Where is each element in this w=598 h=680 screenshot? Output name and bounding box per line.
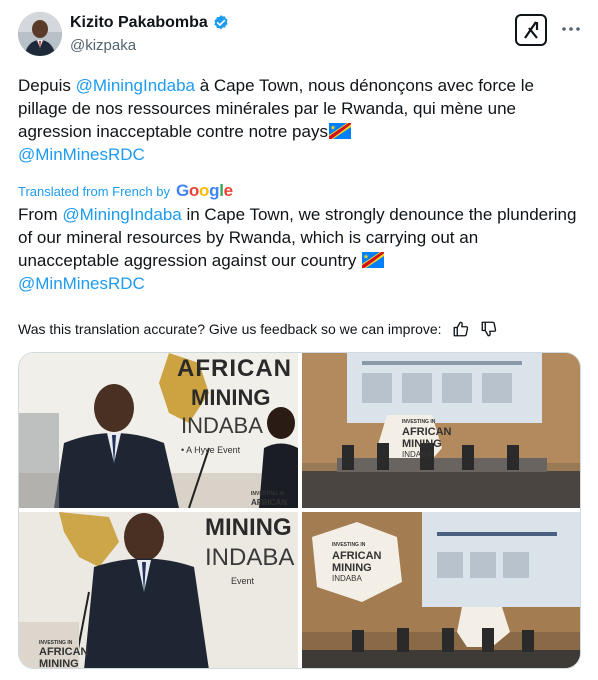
translation-feedback: Was this translation accurate? Give us f… — [18, 320, 498, 338]
grok-icon[interactable] — [515, 14, 547, 46]
verified-badge-icon — [214, 15, 228, 30]
photo-grid: AFRICAN MINING INDABA • A Hyve Event INV… — [18, 352, 581, 669]
thumbs-up-icon[interactable] — [452, 320, 470, 338]
mention-mining-indaba-translated[interactable]: @MiningIndaba — [62, 205, 181, 224]
google-logo: Google — [175, 181, 233, 200]
photo-4[interactable]: INVESTING IN AFRICAN MINING INDABA — [302, 512, 580, 668]
mention-minmines-translated[interactable]: @MinMinesRDC — [18, 274, 145, 293]
more-icon[interactable] — [560, 18, 582, 40]
author-name[interactable]: Kizito Pakabomba — [70, 14, 208, 32]
post-translation-text: From @MiningIndaba in Cape Town, we stro… — [18, 205, 577, 293]
thumbs-down-icon[interactable] — [480, 320, 498, 338]
translated-label[interactable]: Translated from French by Google — [18, 181, 233, 201]
mention-mining-indaba[interactable]: @MiningIndaba — [76, 76, 195, 95]
author-handle[interactable]: @kizpaka — [70, 37, 136, 54]
photo-3[interactable]: MINING INDABA Event INVESTING IN AFRICAN… — [19, 512, 298, 668]
photo-1[interactable]: AFRICAN MINING INDABA • A Hyve Event INV… — [19, 353, 298, 508]
photo-2[interactable]: INVESTING IN AFRICAN MINING INDABA — [302, 353, 580, 508]
post-original-text: Depuis @MiningIndaba à Cape Town, nous d… — [18, 76, 534, 164]
drc-flag-icon — [328, 123, 351, 139]
drc-flag-icon — [362, 252, 385, 268]
avatar[interactable] — [18, 12, 62, 56]
mention-minmines[interactable]: @MinMinesRDC — [18, 145, 145, 164]
